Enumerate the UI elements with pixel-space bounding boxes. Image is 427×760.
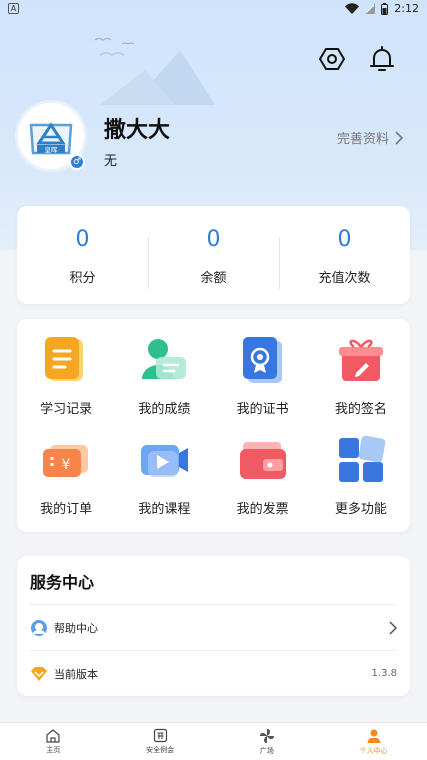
video-course-icon [141,444,189,477]
study-record-icon [45,337,84,381]
pinwheel-icon [259,729,274,743]
battery-icon [381,2,389,15]
tab-plaza[interactable]: 广场 [214,723,321,760]
version-row: 当前版本 1.3.8 [30,650,397,696]
order-ticket-icon: ¥ [43,444,89,477]
complete-profile-link[interactable]: 完善资料 [337,128,403,147]
header-mountain-illustration [94,37,215,105]
tab-safety-meeting[interactable]: 安全例会 [107,723,214,760]
menu-my-orders[interactable]: ¥ 我的订单 [17,433,115,529]
menu-study-record[interactable]: 学习记录 [17,333,115,429]
help-headset-icon [31,619,47,636]
signature-gift-icon [338,339,383,381]
tab-label: 个人中心 [359,747,388,755]
settings-button[interactable] [317,44,347,74]
service-center-card: 服务中心 帮助中心 当前版本 1.3.8 [17,556,410,696]
grades-icon [142,339,187,379]
home-icon [46,729,60,743]
menu-label: 我的签名 [334,402,387,417]
chevron-right-icon [395,130,403,145]
version-value: 1.3.8 [371,668,397,679]
menu-label: 我的证书 [236,402,289,417]
menu-label: 我的订单 [40,501,93,517]
stat-points[interactable]: 0 积分 [17,225,148,286]
menu-my-courses[interactable]: 我的课程 [115,433,213,529]
stat-value: 0 [75,226,90,252]
bottom-tab-bar: 主页 安全例会 广场 个人中心 [0,722,427,760]
service-center-title: 服务中心 [30,573,95,592]
user-subtitle: 无 [104,154,118,169]
help-center-label: 帮助中心 [54,621,98,635]
stats-card: 0 积分 0 余额 0 充值次数 [17,206,410,304]
tab-home[interactable]: 主页 [0,723,107,760]
notifications-button[interactable] [367,44,397,74]
menu-my-certificate[interactable]: 我的证书 [214,333,312,429]
menu-label: 我的发票 [236,501,289,517]
menu-more-features[interactable]: 更多功能 [312,433,410,529]
invoice-wallet-icon [239,441,286,479]
gender-male-icon: ♂ [69,154,85,170]
signal-icon [365,3,376,14]
tab-personal-center[interactable]: 个人中心 [320,723,427,760]
stat-value: 0 [337,226,352,252]
stat-balance[interactable]: 0 余额 [148,225,279,289]
bell-icon [370,46,394,71]
tab-label: 广场 [259,747,274,755]
menu-label: 学习记录 [40,402,93,417]
stat-label: 余额 [200,270,227,286]
wifi-icon [345,3,360,14]
more-grid-icon [338,435,386,482]
menu-my-signature[interactable]: 我的签名 [312,333,410,429]
tab-label: 安全例会 [146,746,175,754]
help-center-row[interactable]: 帮助中心 [30,604,397,650]
complete-profile-label: 完善资料 [336,132,389,147]
feature-menu-card: 学习记录 我的成绩 我的证书 我的签名 ¥ 我的订单 我的课程 我的发票 更多功… [17,319,410,532]
notification-app-icon: A [8,3,19,14]
menu-my-invoices[interactable]: 我的发票 [214,433,312,529]
version-diamond-icon [31,666,47,681]
menu-label: 我的成绩 [138,402,191,417]
stat-value: 0 [206,226,221,252]
status-bar: A 2:12 [0,0,427,18]
svg-text:¥: ¥ [62,457,71,473]
hexagon-settings-icon [319,48,345,70]
stat-label: 充值次数 [318,270,371,286]
stat-label: 积分 [69,270,96,286]
menu-label: 我的课程 [138,501,191,517]
menu-my-grades[interactable]: 我的成绩 [115,333,213,429]
user-icon [367,729,381,743]
menu-label: 更多功能 [334,501,387,517]
clock: 2:12 [394,2,419,15]
svg-text:皇晖: 皇晖 [45,145,59,154]
stat-recharge-count[interactable]: 0 充值次数 [279,225,410,289]
user-name: 撒大大 [104,118,171,143]
version-label: 当前版本 [54,667,98,681]
certificate-icon [242,337,282,383]
chevron-right-icon [389,620,397,635]
tab-label: 主页 [46,746,61,754]
meeting-icon [153,728,167,743]
